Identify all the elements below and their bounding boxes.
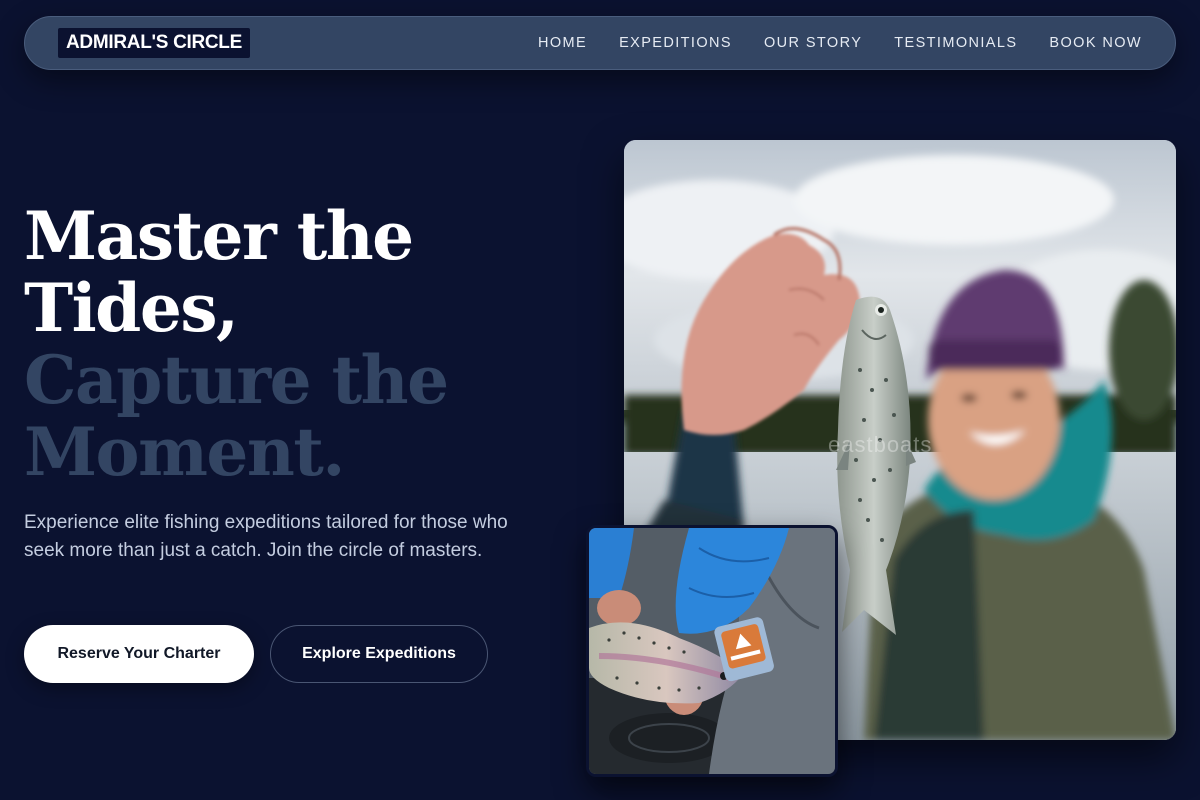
photo-watermark: eastboats bbox=[828, 432, 933, 457]
hero-headline: Master the Tides, Capture the Moment. bbox=[24, 197, 449, 491]
nav-link-testimonials[interactable]: TESTIMONIALS bbox=[894, 35, 1017, 51]
headline-line-3: Capture the bbox=[24, 341, 449, 419]
nav-links: HOME EXPEDITIONS OUR STORY TESTIMONIALS … bbox=[538, 35, 1142, 51]
headline-line-4: Moment. bbox=[24, 413, 345, 491]
headline-line-1: Master the bbox=[24, 197, 414, 275]
trout-hands-illustration bbox=[589, 528, 835, 774]
explore-expeditions-button[interactable]: Explore Expeditions bbox=[270, 625, 488, 683]
nav-link-our-story[interactable]: OUR STORY bbox=[764, 35, 862, 51]
brand-logo[interactable]: ADMIRAL'S CIRCLE bbox=[58, 28, 250, 58]
nav-link-home[interactable]: HOME bbox=[538, 35, 587, 51]
reserve-charter-button[interactable]: Reserve Your Charter bbox=[24, 625, 254, 683]
headline-line-2: Tides, bbox=[24, 269, 239, 347]
hero-subtext: Experience elite fishing expeditions tai… bbox=[24, 512, 508, 561]
nav-link-expeditions[interactable]: EXPEDITIONS bbox=[619, 35, 732, 51]
navbar: ADMIRAL'S CIRCLE HOME EXPEDITIONS OUR ST… bbox=[24, 16, 1176, 70]
inset-photo-trout bbox=[586, 525, 838, 777]
nav-link-book-now[interactable]: BOOK NOW bbox=[1049, 35, 1142, 51]
